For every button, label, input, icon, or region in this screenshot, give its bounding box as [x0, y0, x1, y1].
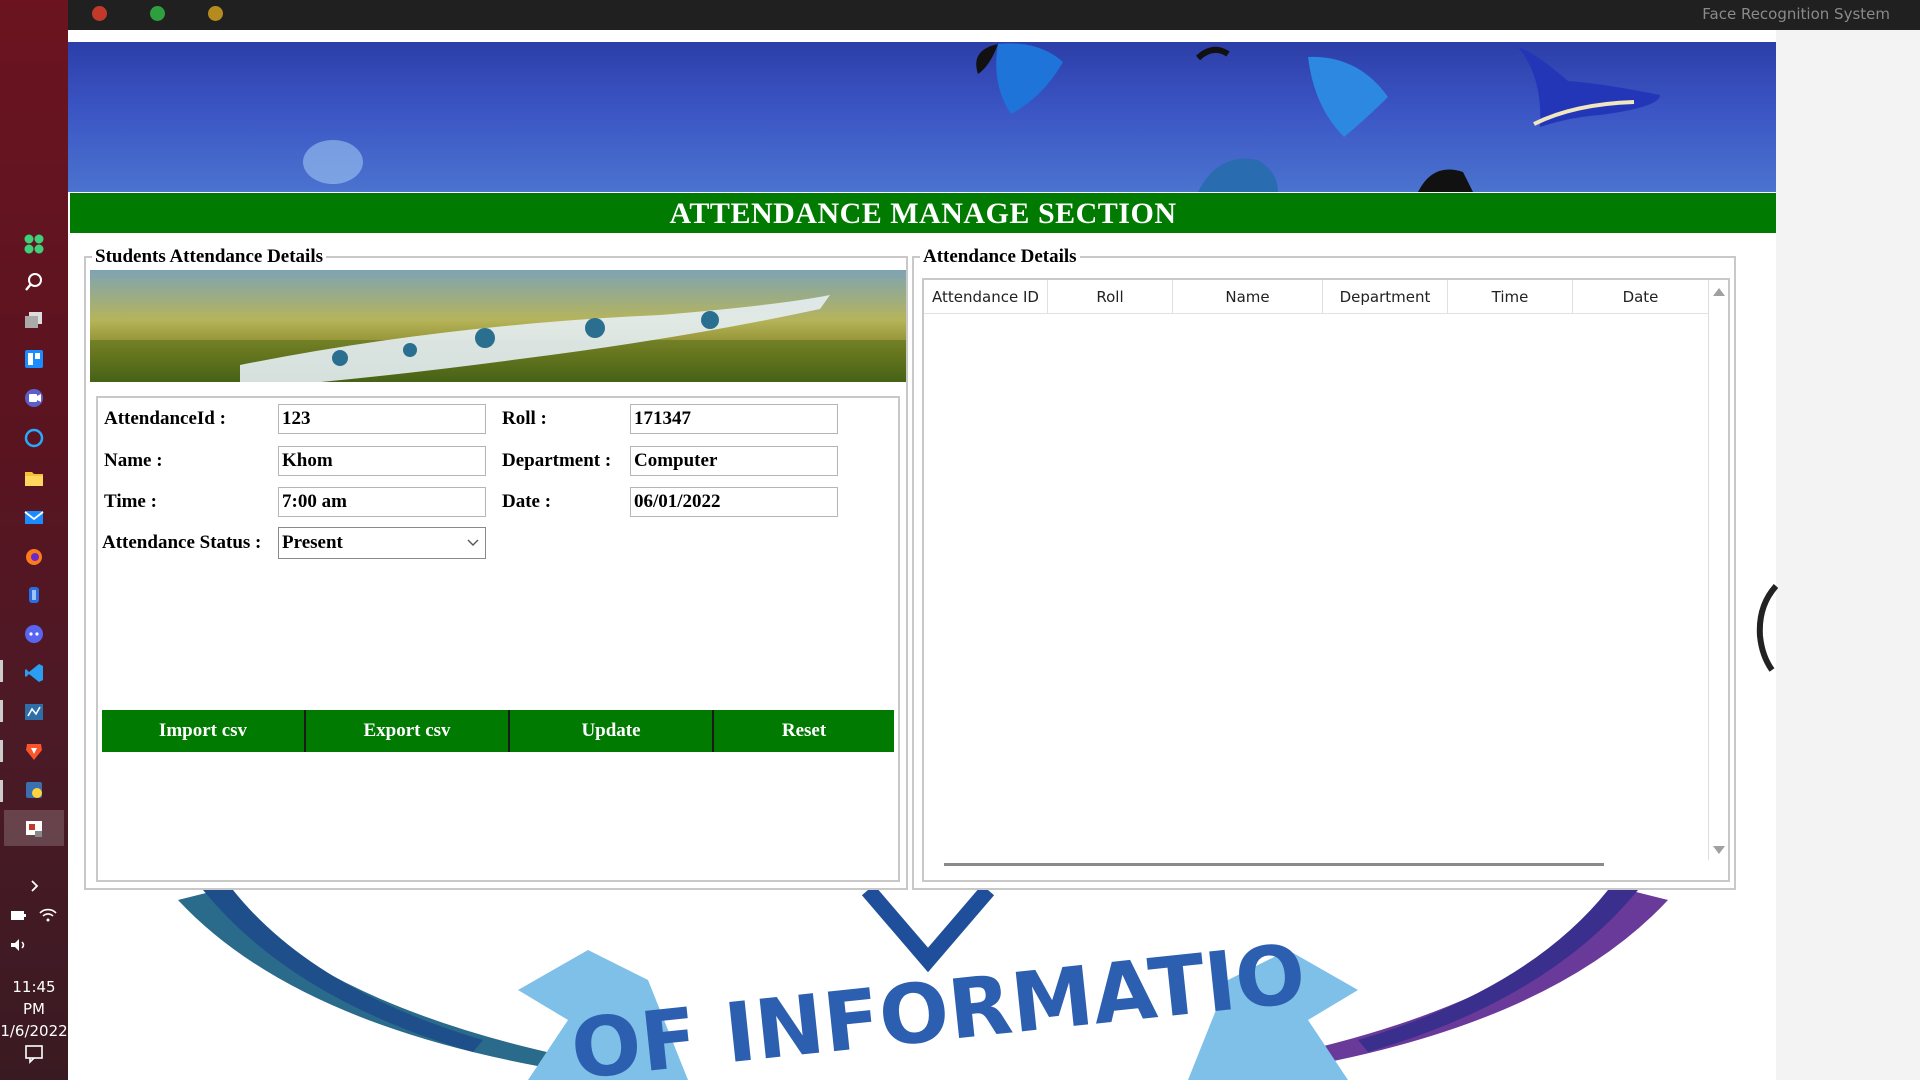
- butterfly-icon: [1198, 158, 1278, 192]
- horizontal-scrollbar[interactable]: [944, 863, 1604, 866]
- logo-fragment-icon: [1756, 584, 1778, 672]
- clock-time: 11:45 PM: [12, 978, 56, 1018]
- teams-icon[interactable]: [20, 384, 48, 412]
- attendance-id-label: AttendanceId :: [104, 408, 226, 429]
- name-label: Name :: [104, 450, 163, 471]
- search-icon[interactable]: [20, 268, 48, 296]
- section-title: ATTENDANCE MANAGE SECTION: [70, 193, 1776, 233]
- brave-icon[interactable]: [20, 737, 48, 765]
- clock-date: 1/6/2022: [0, 1022, 68, 1040]
- chevron-down-icon: [467, 539, 479, 546]
- time-field[interactable]: 7:00 am: [278, 487, 486, 517]
- attendance-details-group: Attendance Details Attendance ID Roll Na…: [912, 246, 1736, 890]
- minimize-icon[interactable]: [208, 6, 223, 21]
- onedrive-icon[interactable]: [20, 581, 48, 609]
- task-view-icon[interactable]: [20, 306, 48, 334]
- reset-button[interactable]: Reset: [714, 710, 894, 752]
- firefox-icon[interactable]: [20, 542, 48, 570]
- title-bar: Face Recognition System: [68, 0, 1920, 30]
- settings-icon[interactable]: [20, 698, 48, 726]
- widgets-icon[interactable]: [20, 345, 48, 373]
- volume-icon[interactable]: [4, 931, 32, 959]
- window-title: Face Recognition System: [1702, 5, 1890, 23]
- cortana-icon[interactable]: [20, 424, 48, 452]
- date-label: Date :: [502, 491, 552, 512]
- scroll-down-icon[interactable]: [1713, 846, 1725, 854]
- roll-label: Roll :: [502, 408, 547, 429]
- python-icon[interactable]: [20, 776, 48, 804]
- file-explorer-icon[interactable]: [20, 464, 48, 492]
- update-button[interactable]: Update: [510, 710, 714, 752]
- column-header-department[interactable]: Department: [1323, 280, 1448, 314]
- scroll-up-icon[interactable]: [1713, 288, 1725, 296]
- column-header-time[interactable]: Time: [1448, 280, 1573, 314]
- discord-icon[interactable]: [20, 620, 48, 648]
- department-field[interactable]: Computer: [630, 446, 838, 476]
- column-header-attendance-id[interactable]: Attendance ID: [924, 280, 1048, 314]
- notification-icon[interactable]: [20, 1040, 48, 1068]
- export-csv-button[interactable]: Export csv: [306, 710, 510, 752]
- attendance-table[interactable]: Attendance ID Roll Name Department Time …: [922, 278, 1730, 882]
- students-attendance-group: Students Attendance Details AttendanceId…: [84, 246, 908, 890]
- butterfly-icon: [1518, 47, 1660, 127]
- wifi-icon[interactable]: [34, 901, 62, 929]
- institute-logo: OF INFORMATIO: [68, 890, 1776, 1080]
- name-field[interactable]: Khom: [278, 446, 486, 476]
- attendance-status-label: Attendance Status :: [102, 532, 262, 553]
- table-header-row: Attendance ID Roll Name Department Time …: [924, 280, 1708, 314]
- system-clock[interactable]: 11:45 PM 1/6/2022: [0, 976, 68, 1042]
- chevron-right-icon[interactable]: [20, 872, 48, 900]
- column-header-roll[interactable]: Roll: [1048, 280, 1173, 314]
- maximize-icon[interactable]: [150, 6, 165, 21]
- butterfly-icon: [976, 43, 1063, 115]
- column-header-date[interactable]: Date: [1573, 280, 1708, 314]
- face-app-icon[interactable]: [20, 815, 48, 843]
- attendance-status-select[interactable]: Present: [278, 527, 486, 559]
- attendance-form: AttendanceId : 123 Roll : 171347 Name : …: [96, 396, 900, 882]
- date-field[interactable]: 06/01/2022: [630, 487, 838, 517]
- header-banner-image: [68, 42, 1776, 192]
- action-button-bar: Import csv Export csv Update Reset: [102, 710, 894, 752]
- battery-icon[interactable]: [4, 901, 32, 929]
- window-background: [1776, 30, 1920, 1080]
- close-icon[interactable]: [92, 6, 107, 21]
- roll-field[interactable]: 171347: [630, 404, 838, 434]
- attendance-id-field[interactable]: 123: [278, 404, 486, 434]
- butterfly-icon: [1308, 56, 1388, 138]
- department-label: Department :: [502, 450, 612, 471]
- vscode-icon[interactable]: [20, 659, 48, 687]
- mail-icon[interactable]: [20, 503, 48, 531]
- taskbar: 11:45 PM 1/6/2022: [0, 0, 68, 1080]
- vertical-scrollbar[interactable]: [1708, 280, 1728, 860]
- time-label: Time :: [104, 491, 157, 512]
- students-attendance-legend: Students Attendance Details: [92, 246, 327, 268]
- attendance-details-legend: Attendance Details: [920, 246, 1080, 268]
- robot-field-image: [90, 270, 906, 382]
- attendance-status-value: Present: [282, 532, 343, 553]
- import-csv-button[interactable]: Import csv: [102, 710, 306, 752]
- column-header-name[interactable]: Name: [1173, 280, 1323, 314]
- grid-app-icon[interactable]: [20, 230, 48, 258]
